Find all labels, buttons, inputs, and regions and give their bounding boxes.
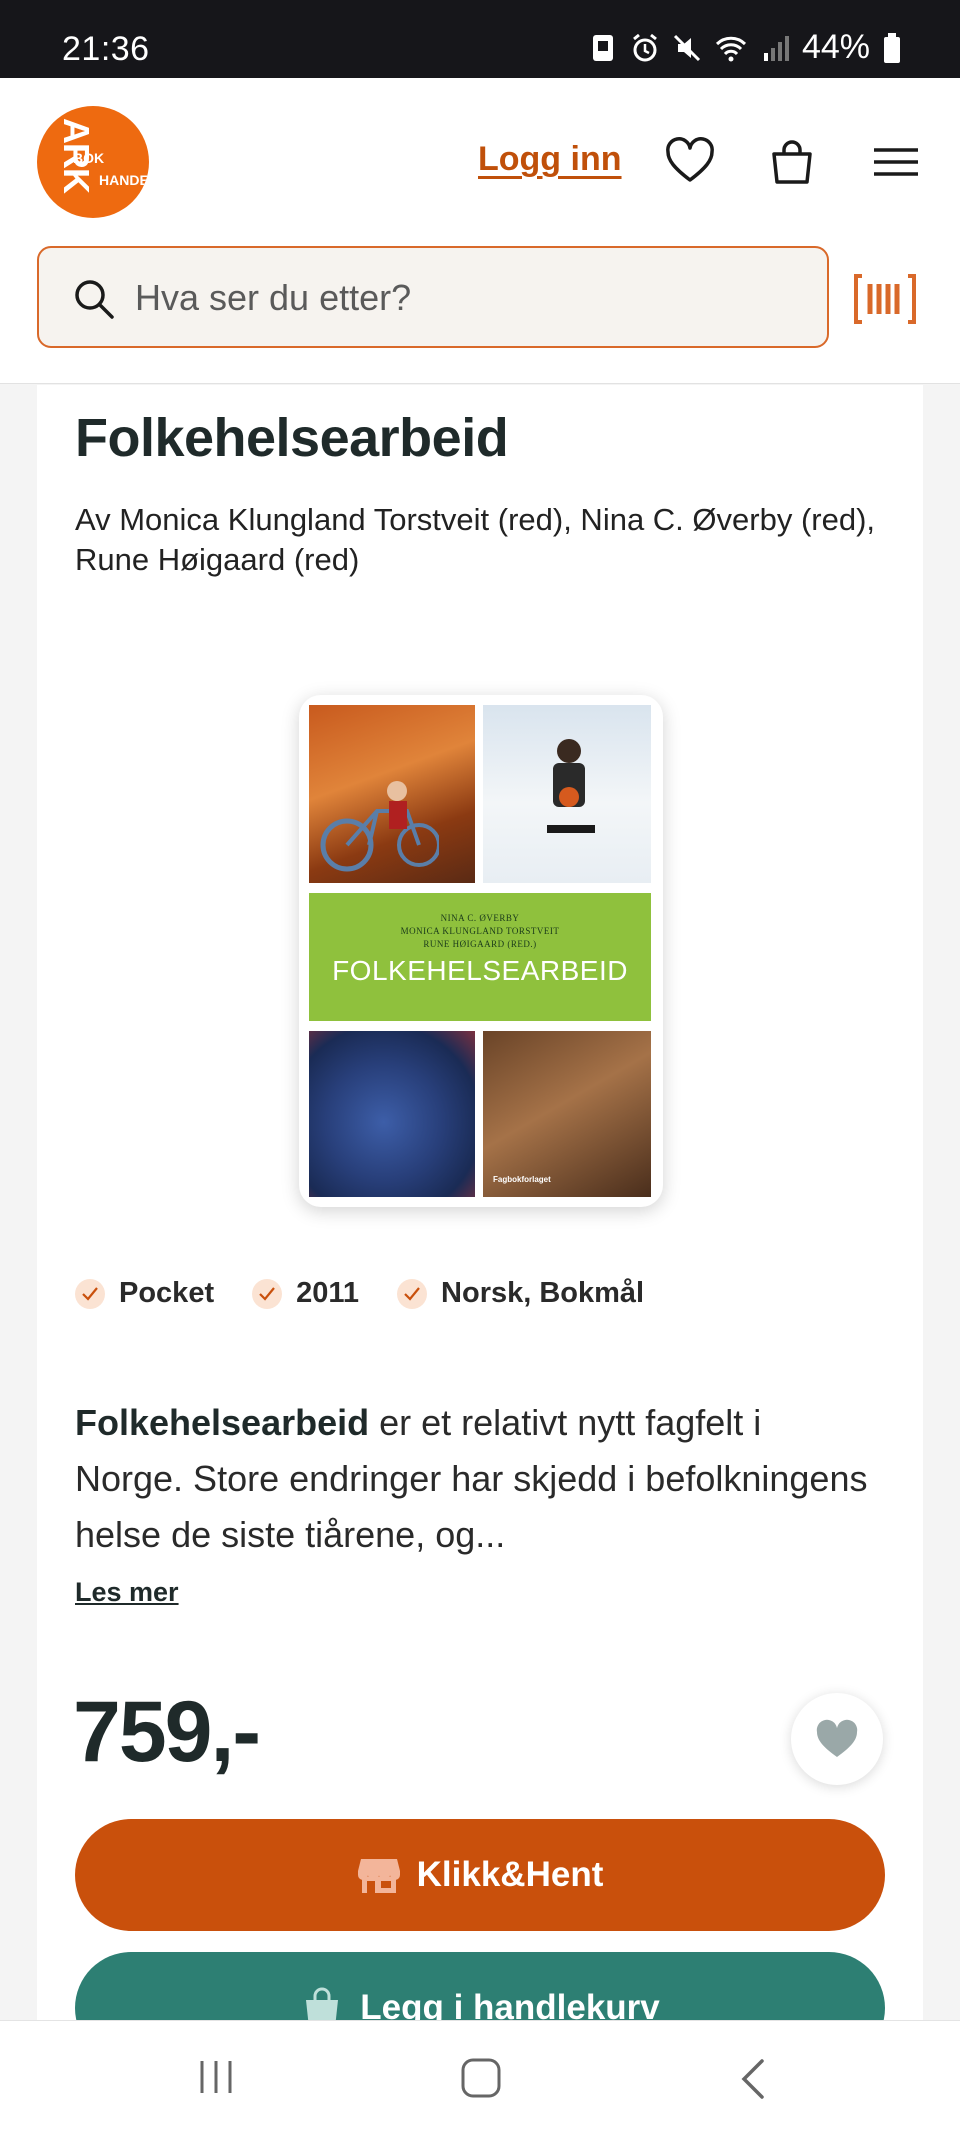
search-icon	[75, 280, 114, 319]
hamburger-menu-icon[interactable]	[870, 136, 922, 188]
battery-percent: 44%	[801, 28, 870, 66]
read-more-link[interactable]: Les mer	[75, 1577, 179, 1608]
logo-handel-text: HANDEL	[99, 172, 149, 188]
status-time: 21:36	[62, 30, 150, 68]
click-and-collect-button[interactable]: Klikk&Hent	[75, 1819, 885, 1931]
barcode-scanner-icon[interactable]	[852, 272, 918, 326]
sim-icon	[592, 34, 613, 61]
status-bar: 21:36 44%	[0, 0, 960, 78]
logo-bok-text: BOK	[73, 150, 105, 166]
search-bar[interactable]	[37, 246, 829, 348]
cover-title: FOLKEHELSEARBEID	[332, 955, 628, 986]
description-bold: Folkehelsearbeid	[75, 1402, 370, 1443]
product-tags: Pocket 2011 Norsk, Bokmål	[75, 1277, 644, 1310]
product-card: Folkehelsearbeid Av Monica Klungland Tor…	[37, 385, 923, 2064]
cover-editor-3: RUNE HØIGAARD (RED.)	[423, 939, 537, 949]
wifi-icon	[715, 36, 746, 61]
product-price: 759,-	[73, 1684, 261, 1780]
shopping-bag-icon[interactable]	[766, 136, 818, 188]
product-description: Folkehelsearbeid er et relativt nytt fag…	[75, 1395, 875, 1563]
book-cover[interactable]: NINA C. ØVERBY MONICA KLUNGLAND TORSTVEI…	[299, 695, 663, 1207]
home-icon[interactable]	[460, 2057, 502, 2099]
login-link[interactable]: Logg inn	[478, 140, 622, 179]
site-header: ARK BOK HANDEL Logg inn	[0, 78, 960, 384]
cover-editor-1: NINA C. ØVERBY	[440, 913, 520, 923]
tag-language-label: Norsk, Bokmål	[441, 1277, 645, 1309]
recent-apps-icon[interactable]	[196, 2057, 236, 2097]
tag-year-label: 2011	[296, 1277, 360, 1309]
alarm-icon	[633, 33, 657, 61]
mute-icon	[673, 34, 700, 61]
heart-icon	[816, 1719, 858, 1757]
cover-photo-berries	[309, 1031, 475, 1197]
tag-format-label: Pocket	[119, 1277, 215, 1309]
status-icons: 44%	[588, 28, 902, 67]
click-and-collect-label: Klikk&Hent	[416, 1855, 604, 1894]
back-icon[interactable]	[738, 2057, 768, 2101]
system-nav-bar	[0, 2020, 960, 2133]
check-icon	[397, 1278, 428, 1309]
check-icon	[75, 1278, 105, 1309]
signal-icon	[763, 35, 789, 61]
bicycle-illustration	[320, 781, 439, 872]
tag-year: 2011	[252, 1277, 359, 1310]
battery-icon	[884, 32, 900, 63]
product-title: Folkehelsearbeid	[75, 408, 509, 468]
cover-editor-2: MONICA KLUNGLAND TORSTVEIT	[400, 926, 560, 936]
tag-language: Norsk, Bokmål	[397, 1277, 644, 1310]
check-icon	[252, 1278, 283, 1309]
sled-person-illustration	[547, 739, 595, 833]
store-icon	[357, 1859, 400, 1893]
wishlist-heart-icon[interactable]	[664, 136, 716, 188]
favorite-button[interactable]	[791, 1693, 883, 1785]
cover-photo-bread	[483, 1031, 651, 1197]
search-input[interactable]	[135, 268, 795, 328]
tag-format: Pocket	[75, 1277, 214, 1310]
cover-publisher: Fagbokforlaget	[493, 1175, 551, 1184]
ark-logo[interactable]: ARK BOK HANDEL	[37, 106, 149, 218]
product-authors: Av Monica Klungland Torstveit (red), Nin…	[75, 502, 876, 577]
